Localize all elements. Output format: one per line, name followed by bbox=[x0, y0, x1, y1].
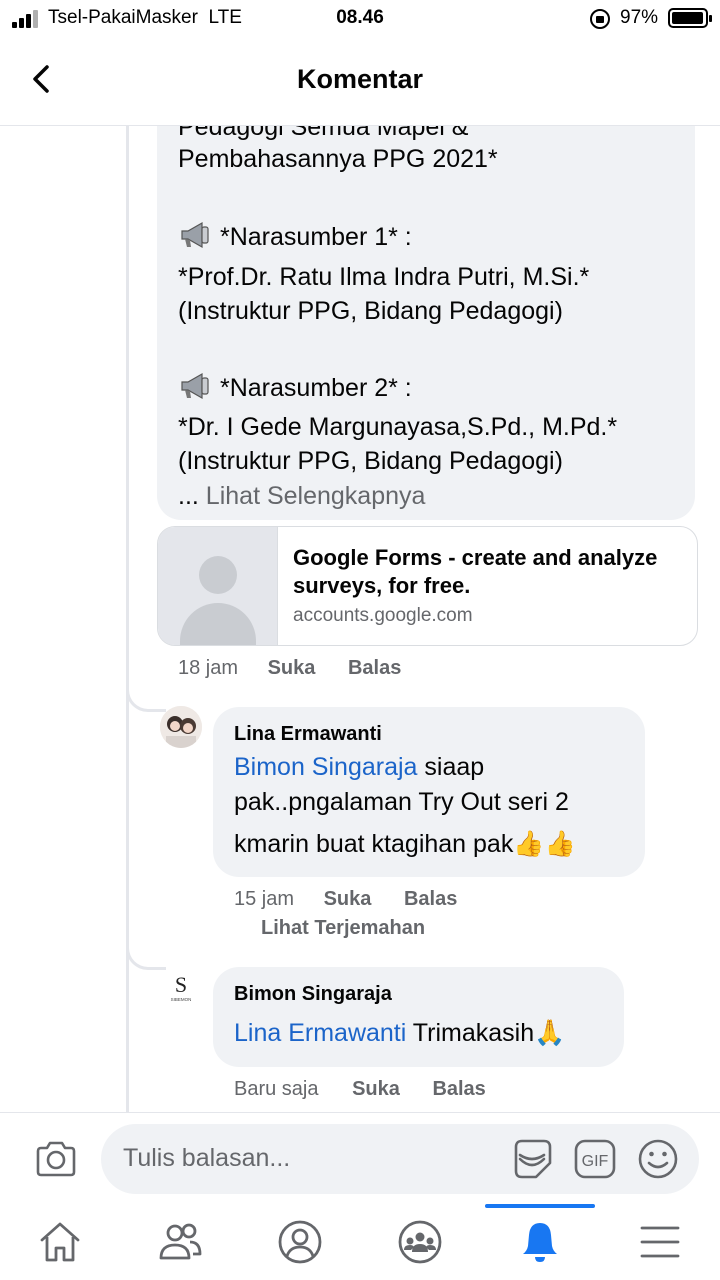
reply-button[interactable]: Balas bbox=[432, 1078, 485, 1100]
reply-button[interactable]: Balas bbox=[404, 888, 457, 910]
notifications-icon[interactable] bbox=[516, 1218, 564, 1266]
comment-meta: 15 jam Suka Balas bbox=[234, 888, 457, 911]
clock: 08.46 bbox=[336, 7, 384, 28]
active-tab-indicator bbox=[485, 1204, 595, 1208]
post-text-line: *Narasumber 1* : bbox=[178, 220, 412, 254]
friends-icon[interactable] bbox=[156, 1218, 204, 1266]
post-text-line: ... Lihat Selengkapnya bbox=[178, 482, 426, 510]
comment-meta: Lihat Terjemahan bbox=[261, 917, 425, 940]
reply-button[interactable]: Balas bbox=[348, 657, 401, 679]
comment-text: Bimon Singaraja siaap bbox=[234, 753, 485, 781]
comment-author[interactable]: Bimon Singaraja bbox=[234, 983, 392, 1006]
pray-emoji: 🙏 bbox=[534, 1019, 566, 1047]
like-button[interactable]: Suka bbox=[352, 1078, 400, 1100]
comment-time: 18 jam bbox=[178, 657, 239, 679]
comment-text: Lina Ermawanti Trimakasih🙏 bbox=[234, 1019, 566, 1047]
post-text-line: (Instruktur PPG, Bidang Pedagogi) bbox=[178, 447, 563, 475]
nav-header: Komentar bbox=[0, 40, 720, 126]
post-text-line: *Prof.Dr. Ratu Ilma Indra Putri, M.Si.* bbox=[178, 263, 590, 291]
comment-text: pak..pngalaman Try Out seri 2 bbox=[234, 788, 569, 816]
post-text-line: Pembahasannya PPG 2021* bbox=[178, 145, 498, 173]
avatar-photo bbox=[160, 706, 202, 748]
mention-link[interactable]: Lina Ermawanti bbox=[234, 1019, 406, 1047]
see-more-link[interactable]: Lihat Selengkapnya bbox=[206, 482, 426, 510]
page-title: Komentar bbox=[296, 64, 424, 94]
battery-icon bbox=[668, 8, 712, 28]
home-icon[interactable] bbox=[36, 1218, 84, 1266]
emoji-icon[interactable] bbox=[636, 1137, 680, 1181]
thread-connector bbox=[126, 936, 166, 970]
thread-line bbox=[126, 126, 129, 1112]
thread-connector bbox=[126, 678, 166, 712]
comment-meta: Baru saja Suka Balas bbox=[234, 1078, 486, 1101]
orientation-lock-icon bbox=[590, 9, 610, 29]
svg-text:S: S bbox=[175, 972, 187, 997]
comment-time: 15 jam bbox=[234, 888, 295, 910]
link-thumbnail bbox=[158, 527, 278, 645]
svg-text:SIBEMON: SIBEMON bbox=[171, 997, 192, 1002]
comment-bubble[interactable] bbox=[213, 967, 624, 1067]
link-preview-card[interactable]: Google Forms - create and analyze survey… bbox=[157, 526, 698, 646]
avatar[interactable]: S SIBEMON bbox=[160, 966, 202, 1008]
comment-author[interactable]: Lina Ermawanti bbox=[234, 723, 382, 746]
link-domain: accounts.google.com bbox=[293, 605, 473, 626]
comments-thread[interactable]: Pedagogi Semua Mapel & Pembahasannya PPG… bbox=[0, 126, 720, 1112]
mention-link[interactable]: Bimon Singaraja bbox=[234, 753, 417, 781]
camera-icon[interactable] bbox=[34, 1139, 78, 1179]
menu-icon[interactable] bbox=[636, 1218, 684, 1266]
sticker-icon[interactable] bbox=[510, 1137, 554, 1181]
groups-icon[interactable] bbox=[396, 1218, 444, 1266]
megaphone-icon bbox=[181, 372, 209, 400]
reply-composer: Tulis balasan... GIF bbox=[0, 1112, 720, 1204]
post-text-line: *Dr. I Gede Margunayasa,S.Pd., M.Pd.* bbox=[178, 413, 618, 441]
comment-meta: 18 jam Suka Balas bbox=[178, 657, 401, 680]
bottom-tab-bar bbox=[0, 1204, 720, 1280]
see-translation-link[interactable]: Lihat Terjemahan bbox=[261, 917, 425, 939]
battery-percent: 97% bbox=[620, 7, 659, 28]
post-text-line: (Instruktur PPG, Bidang Pedagogi) bbox=[178, 297, 563, 325]
thumbs-up-emoji: 👍👍 bbox=[513, 830, 576, 858]
like-button[interactable]: Suka bbox=[324, 888, 372, 910]
post-text-line: *Narasumber 2* : bbox=[178, 371, 412, 405]
comment-time: Baru saja bbox=[234, 1078, 319, 1100]
like-button[interactable]: Suka bbox=[268, 657, 316, 679]
megaphone-icon bbox=[181, 221, 209, 249]
link-title: Google Forms - create and analyze survey… bbox=[293, 545, 658, 598]
comment-text: kmarin buat ktagihan pak👍👍 bbox=[234, 830, 576, 858]
reply-input-placeholder: Tulis balasan... bbox=[123, 1144, 291, 1172]
svg-text:GIF: GIF bbox=[582, 1153, 609, 1170]
avatar[interactable] bbox=[160, 706, 202, 748]
profile-icon[interactable] bbox=[276, 1218, 324, 1266]
gif-icon[interactable]: GIF bbox=[573, 1137, 617, 1181]
status-bar: Tsel-PakaiMasker LTE 08.46 97% bbox=[0, 0, 720, 40]
avatar-logo: S SIBEMON bbox=[160, 966, 202, 1008]
